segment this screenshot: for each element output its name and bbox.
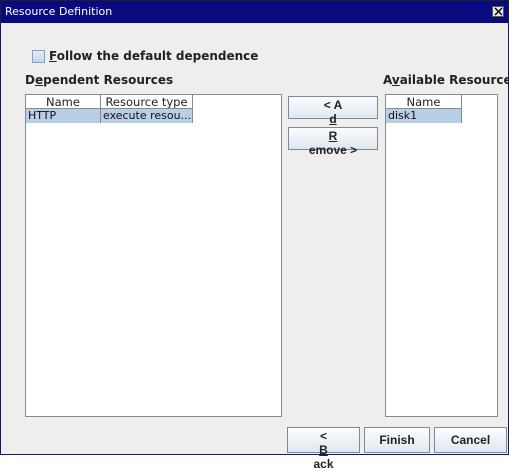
remove-button[interactable]: Remove >	[288, 127, 378, 157]
available-resources-table[interactable]: Name disk1	[385, 94, 498, 417]
close-button[interactable]	[492, 6, 504, 17]
finish-button[interactable]: Finish	[364, 427, 430, 453]
title-bar: Resource Definition	[1, 1, 508, 23]
dependent-row-type[interactable]: execute resou...	[101, 109, 193, 123]
column-header-name[interactable]: Name	[26, 95, 101, 109]
add-button[interactable]: < Add	[288, 96, 378, 140]
back-button[interactable]: < Back	[287, 427, 360, 471]
available-resources-label: Available Resources	[383, 73, 509, 87]
dependent-resources-label: Dependent Resources	[25, 73, 174, 87]
column-header-name[interactable]: Name	[386, 95, 462, 109]
available-row-name[interactable]: disk1	[386, 109, 462, 123]
window-title: Resource Definition	[5, 5, 113, 18]
close-icon	[494, 7, 503, 16]
follow-default-dependence-checkbox[interactable]	[32, 50, 45, 63]
column-header-resource-type[interactable]: Resource type	[101, 95, 193, 109]
cancel-button[interactable]: Cancel	[434, 427, 507, 453]
follow-default-dependence-label[interactable]: Follow the default dependence	[49, 49, 258, 63]
resource-definition-dialog: Resource Definition Follow the default d…	[0, 0, 509, 471]
dependent-resources-table[interactable]: Name Resource type HTTP execute resou...	[25, 94, 282, 417]
dependent-row-name[interactable]: HTTP	[26, 109, 101, 123]
